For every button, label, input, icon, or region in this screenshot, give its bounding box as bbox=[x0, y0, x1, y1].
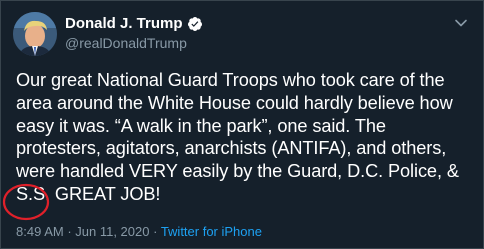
avatar-image bbox=[13, 12, 57, 56]
tweet-meta: 8:49 AM · Jun 11, 2020 · Twitter for iPh… bbox=[16, 224, 262, 239]
user-handle[interactable]: @realDonaldTrump bbox=[65, 35, 187, 51]
tweet-source-link[interactable]: Twitter for iPhone bbox=[161, 224, 262, 239]
tweet-text: Our great National Guard Troops who took… bbox=[16, 70, 459, 204]
tweet-card: Donald J. Trump @realDonaldTrump Our gre… bbox=[0, 0, 484, 249]
chevron-down-icon[interactable] bbox=[453, 15, 469, 31]
tweet-date[interactable]: Jun 11, 2020 bbox=[75, 224, 149, 239]
author-name-row[interactable]: Donald J. Trump bbox=[65, 15, 203, 32]
avatar[interactable] bbox=[13, 12, 57, 56]
display-name[interactable]: Donald J. Trump bbox=[65, 15, 183, 32]
verified-badge-icon bbox=[187, 16, 202, 31]
tweet-time[interactable]: 8:49 AM bbox=[16, 224, 64, 239]
meta-separator: · bbox=[149, 224, 161, 239]
meta-separator: · bbox=[63, 224, 76, 239]
